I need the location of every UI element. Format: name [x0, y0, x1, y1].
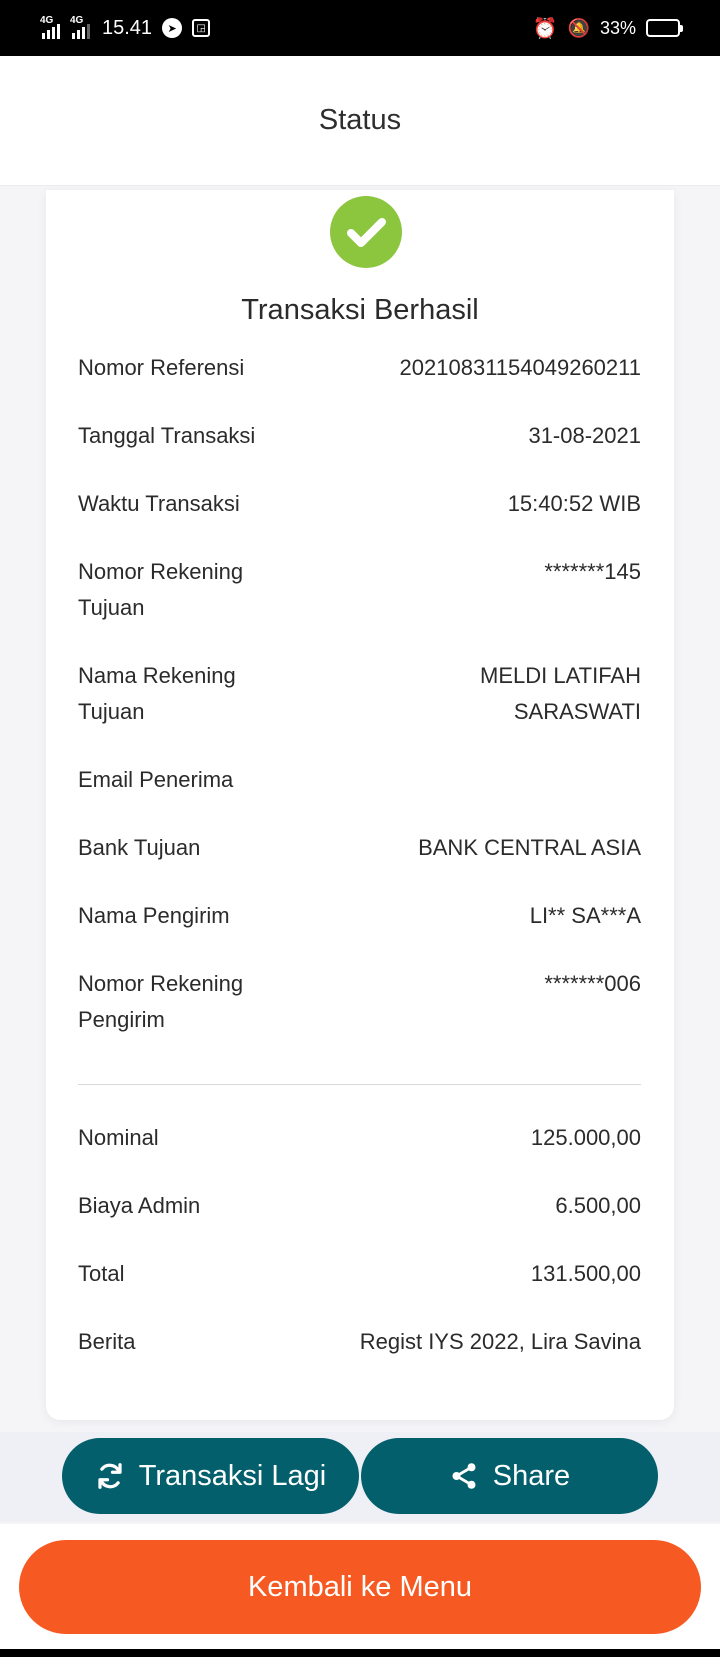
detail-row: Nomor Referensi 20210831154049260211 — [78, 350, 641, 386]
detail-value: 15:40:52 WIB — [507, 491, 641, 516]
detail-value — [322, 762, 641, 798]
amount-value: 125.000,00 — [530, 1125, 641, 1150]
detail-label: Nomor Rekening Tujuan — [78, 559, 244, 620]
share-icon — [452, 1463, 476, 1489]
detail-label: Nama Rekening Tujuan — [78, 663, 236, 724]
detail-value: 20210831154049260211 — [399, 355, 641, 380]
detail-row: Tanggal Transaksi 31-08-2021 — [78, 418, 641, 454]
detail-label: Bank Tujuan — [78, 835, 201, 860]
detail-row: Nomor Rekening Tujuan *******145 — [78, 554, 641, 626]
detail-label: Nama Pengirim — [78, 903, 230, 928]
amount-row: Total 131.500,00 — [78, 1256, 641, 1292]
telegram-icon: ➤ — [162, 18, 183, 38]
detail-label: Nomor Rekening Pengirim — [78, 971, 244, 1032]
share-button[interactable]: Share — [361, 1438, 658, 1514]
detail-row: Bank Tujuan BANK CENTRAL ASIA — [78, 830, 641, 866]
transaction-again-label: Transaksi Lagi — [138, 1459, 327, 1492]
battery-percent: 33% — [599, 17, 636, 38]
detail-label: Tanggal Transaksi — [78, 423, 256, 448]
receipt-card: Transaksi Berhasil Nomor Referensi 20210… — [46, 190, 674, 1420]
amount-label: Biaya Admin — [78, 1193, 201, 1218]
detail-label: Waktu Transaksi — [78, 491, 240, 516]
result-title: Transaksi Berhasil — [241, 294, 479, 326]
amount-value: 131.500,00 — [530, 1261, 641, 1286]
detail-value: MELDI LATIFAH SARASWATI — [480, 663, 641, 724]
detail-row: Email Penerima — [78, 762, 641, 798]
check-circle-icon — [330, 196, 402, 268]
detail-label: Email Penerima — [78, 767, 234, 792]
mute-icon: 🔕 — [567, 17, 590, 38]
detail-value: *******145 — [544, 559, 641, 584]
screenshot-icon: ◲ — [192, 19, 211, 37]
amount-row: Berita Regist IYS 2022, Lira Savina — [78, 1324, 641, 1360]
signal-icon: 4G — [40, 15, 60, 39]
detail-row: Nama Rekening Tujuan MELDI LATIFAH SARAS… — [78, 658, 641, 730]
detail-value: 31-08-2021 — [528, 423, 641, 448]
transaction-again-button[interactable]: Transaksi Lagi — [62, 1438, 359, 1514]
amount-value: Regist IYS 2022, Lira Savina — [359, 1329, 641, 1354]
detail-row: Waktu Transaksi 15:40:52 WIB — [78, 486, 641, 522]
detail-value: LI** SA***A — [529, 903, 641, 928]
amount-label: Total — [78, 1261, 125, 1286]
detail-row: Nama Pengirim LI** SA***A — [78, 898, 641, 934]
detail-value: *******006 — [544, 971, 641, 996]
amount-label: Nominal — [78, 1125, 159, 1150]
detail-value: BANK CENTRAL ASIA — [418, 835, 641, 860]
system-nav-bar — [0, 1649, 720, 1657]
page-title: Status — [318, 104, 402, 136]
amount-row: Nominal 125.000,00 — [78, 1120, 641, 1156]
battery-icon — [646, 19, 683, 37]
status-bar: 4G 4G 15.41 ➤ ◲ ⏰ 🔕 33% — [0, 0, 720, 56]
refresh-icon — [98, 1463, 122, 1489]
amount-row: Biaya Admin 6.500,00 — [78, 1188, 641, 1224]
back-to-menu-button[interactable]: Kembali ke Menu — [19, 1540, 701, 1634]
share-label: Share — [492, 1459, 571, 1492]
amount-label: Berita — [78, 1329, 136, 1354]
detail-row: Nomor Rekening Pengirim *******006 — [78, 966, 641, 1038]
signal-icon-2: 4G — [70, 15, 90, 39]
divider — [78, 1084, 641, 1085]
alarm-icon: ⏰ — [532, 17, 558, 40]
app-header: Status — [0, 56, 720, 186]
amount-value: 6.500,00 — [555, 1193, 641, 1218]
clock: 15.41 — [102, 16, 153, 39]
detail-label: Nomor Referensi — [78, 355, 245, 380]
